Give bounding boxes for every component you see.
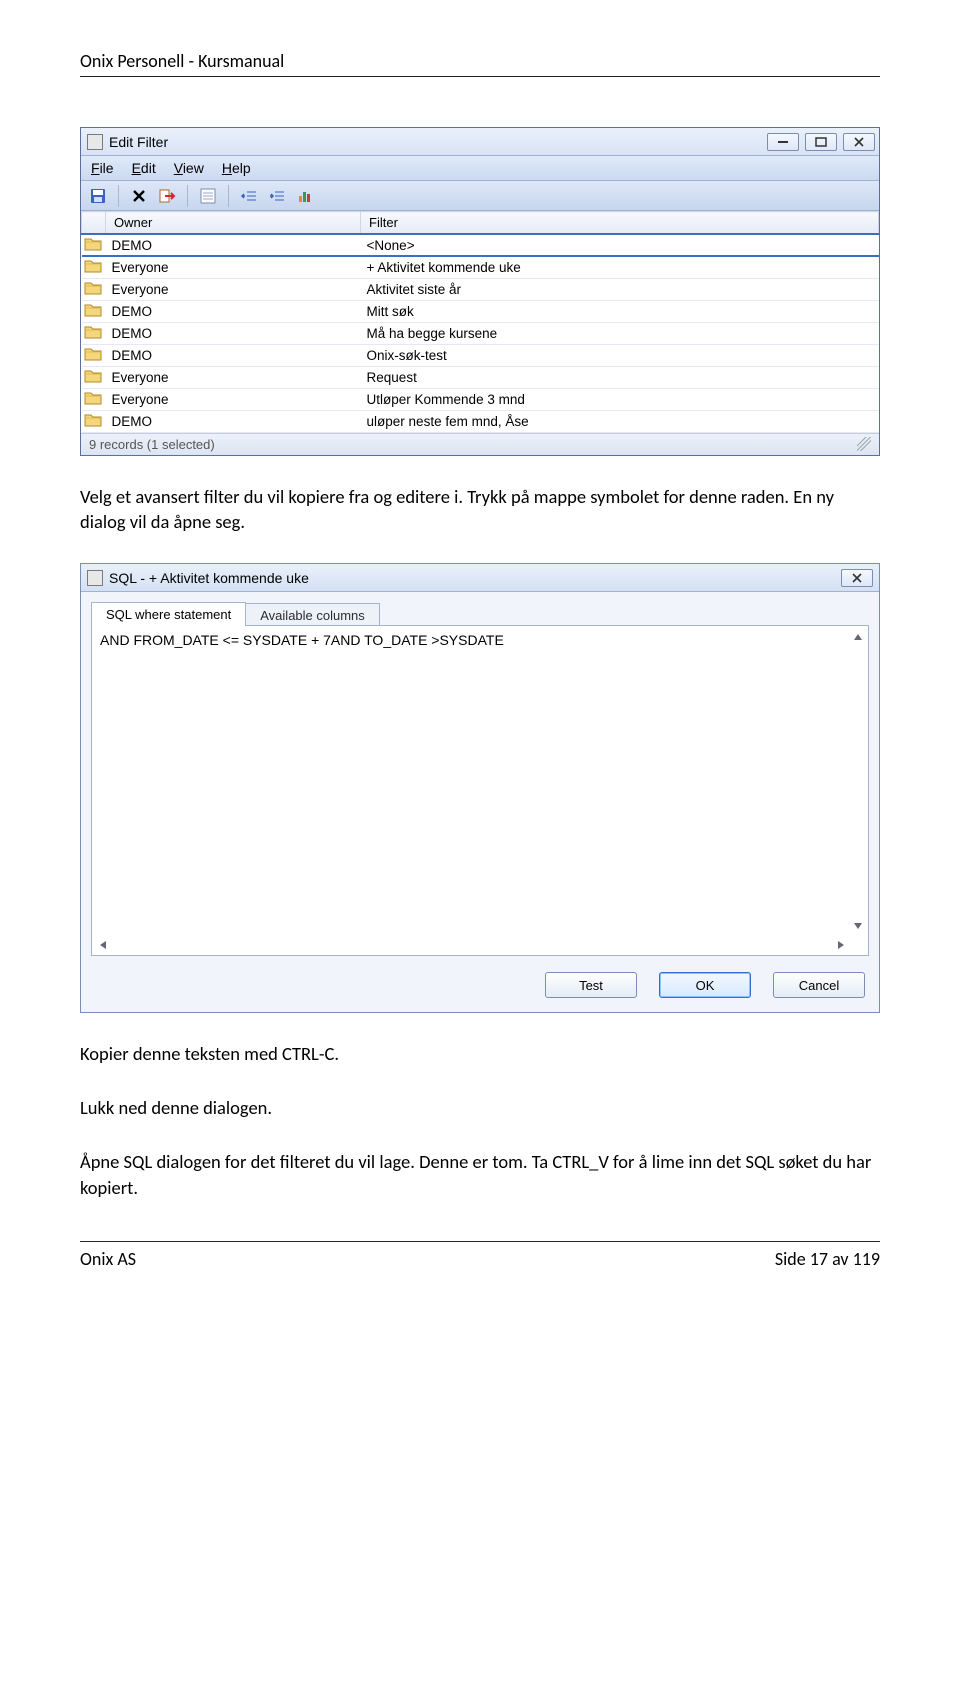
- cell-filter: + Aktivitet kommende uke: [361, 256, 879, 278]
- cell-owner: Everyone: [106, 278, 361, 300]
- cell-owner: DEMO: [106, 300, 361, 322]
- delete-icon[interactable]: [128, 185, 150, 207]
- cell-filter: Request: [361, 366, 879, 388]
- sql-textarea[interactable]: AND FROM_DATE <= SYSDATE + 7AND TO_DATE …: [91, 626, 869, 956]
- cell-owner: DEMO: [106, 234, 361, 256]
- table-row[interactable]: Everyone+ Aktivitet kommende uke: [82, 256, 879, 278]
- cell-filter: uløper neste fem mnd, Åse: [361, 410, 879, 432]
- sql-button-row: Test OK Cancel: [81, 964, 879, 1012]
- footer-rule: [80, 1241, 880, 1242]
- cell-owner: Everyone: [106, 366, 361, 388]
- tab-available-columns[interactable]: Available columns: [245, 603, 380, 627]
- cancel-button[interactable]: Cancel: [773, 972, 865, 998]
- window-title: Edit Filter: [109, 134, 767, 150]
- close-button[interactable]: [841, 569, 873, 587]
- table-row[interactable]: DEMOMitt søk: [82, 300, 879, 322]
- horizontal-scrollbar[interactable]: [96, 937, 848, 953]
- menu-view[interactable]: View: [174, 160, 204, 176]
- sql-tabs: SQL where statement Available columns: [81, 592, 879, 626]
- sql-text-content[interactable]: AND FROM_DATE <= SYSDATE + 7AND TO_DATE …: [92, 626, 868, 955]
- table-row[interactable]: EveryoneAktivitet siste år: [82, 278, 879, 300]
- menu-file[interactable]: File: [91, 160, 114, 176]
- scroll-right-icon[interactable]: [834, 938, 848, 952]
- header-rule: [80, 76, 880, 77]
- open-folder-icon[interactable]: [82, 366, 106, 388]
- unindent-icon[interactable]: [238, 185, 260, 207]
- cell-owner: Everyone: [106, 256, 361, 278]
- col-filter[interactable]: Filter: [361, 212, 879, 235]
- table-row[interactable]: DEMOMå ha begge kursene: [82, 322, 879, 344]
- cell-filter: Onix-søk-test: [361, 344, 879, 366]
- cell-filter: Mitt søk: [361, 300, 879, 322]
- cell-owner: DEMO: [106, 322, 361, 344]
- open-folder-icon[interactable]: [82, 278, 106, 300]
- statusbar: 9 records (1 selected): [81, 433, 879, 455]
- cell-owner: DEMO: [106, 344, 361, 366]
- paragraph-close: Lukk ned denne dialogen.: [80, 1095, 880, 1121]
- open-folder-icon[interactable]: [82, 410, 106, 432]
- table-row[interactable]: DEMOuløper neste fem mnd, Åse: [82, 410, 879, 432]
- footer-left: Onix AS: [80, 1248, 136, 1270]
- close-button[interactable]: [843, 133, 875, 151]
- table-row[interactable]: EveryoneUtløper Kommende 3 mnd: [82, 388, 879, 410]
- app-icon: [87, 570, 103, 586]
- paragraph-copy: Kopier denne teksten med CTRL-C.: [80, 1041, 880, 1067]
- form-icon[interactable]: [197, 185, 219, 207]
- cell-filter: Må ha begge kursene: [361, 322, 879, 344]
- sql-titlebar: SQL - + Aktivitet kommende uke: [81, 564, 879, 592]
- indent-icon[interactable]: [266, 185, 288, 207]
- ok-button[interactable]: OK: [659, 972, 751, 998]
- open-folder-icon[interactable]: [82, 322, 106, 344]
- open-folder-icon[interactable]: [82, 256, 106, 278]
- menu-help[interactable]: Help: [222, 160, 251, 176]
- menubar: File Edit View Help: [81, 156, 879, 181]
- footer-right: Side 17 av 119: [775, 1248, 880, 1270]
- maximize-button[interactable]: [805, 133, 837, 151]
- cell-filter: <None>: [361, 234, 879, 256]
- open-folder-icon[interactable]: [82, 344, 106, 366]
- col-icon[interactable]: [82, 212, 106, 235]
- toolbar: [81, 181, 879, 211]
- cell-owner: DEMO: [106, 410, 361, 432]
- cell-filter: Aktivitet siste år: [361, 278, 879, 300]
- window-titlebar: Edit Filter: [81, 128, 879, 156]
- document-footer: Onix AS Side 17 av 119: [80, 1248, 880, 1270]
- minimize-button[interactable]: [767, 133, 799, 151]
- exit-icon[interactable]: [156, 185, 178, 207]
- menu-edit[interactable]: Edit: [132, 160, 156, 176]
- tab-sql-where[interactable]: SQL where statement: [91, 602, 246, 626]
- document-header: Onix Personell - Kursmanual: [80, 50, 880, 72]
- resize-grip[interactable]: [857, 437, 871, 451]
- table-row[interactable]: DEMOOnix-søk-test: [82, 344, 879, 366]
- app-icon: [87, 134, 103, 150]
- test-button[interactable]: Test: [545, 972, 637, 998]
- filter-grid: Owner Filter DEMO<None>Everyone+ Aktivit…: [81, 211, 879, 433]
- col-owner[interactable]: Owner: [106, 212, 361, 235]
- open-folder-icon[interactable]: [82, 388, 106, 410]
- open-folder-icon[interactable]: [82, 234, 106, 256]
- edit-filter-window: Edit Filter File Edit View Help: [80, 127, 880, 456]
- paragraph-intro: Velg et avansert filter du vil kopiere f…: [80, 484, 880, 536]
- paragraph-paste: Åpne SQL dialogen for det filteret du vi…: [80, 1149, 880, 1201]
- table-row[interactable]: EveryoneRequest: [82, 366, 879, 388]
- save-icon[interactable]: [87, 185, 109, 207]
- sql-window-title: SQL - + Aktivitet kommende uke: [109, 570, 841, 586]
- sql-dialog: SQL - + Aktivitet kommende uke SQL where…: [80, 563, 880, 1013]
- cell-owner: Everyone: [106, 388, 361, 410]
- scroll-down-icon[interactable]: [851, 919, 865, 933]
- vertical-scrollbar[interactable]: [850, 630, 866, 933]
- status-text: 9 records (1 selected): [89, 437, 215, 452]
- cell-filter: Utløper Kommende 3 mnd: [361, 388, 879, 410]
- open-folder-icon[interactable]: [82, 300, 106, 322]
- chart-icon[interactable]: [294, 185, 316, 207]
- scroll-up-icon[interactable]: [851, 630, 865, 644]
- scroll-left-icon[interactable]: [96, 938, 110, 952]
- table-row[interactable]: DEMO<None>: [82, 234, 879, 256]
